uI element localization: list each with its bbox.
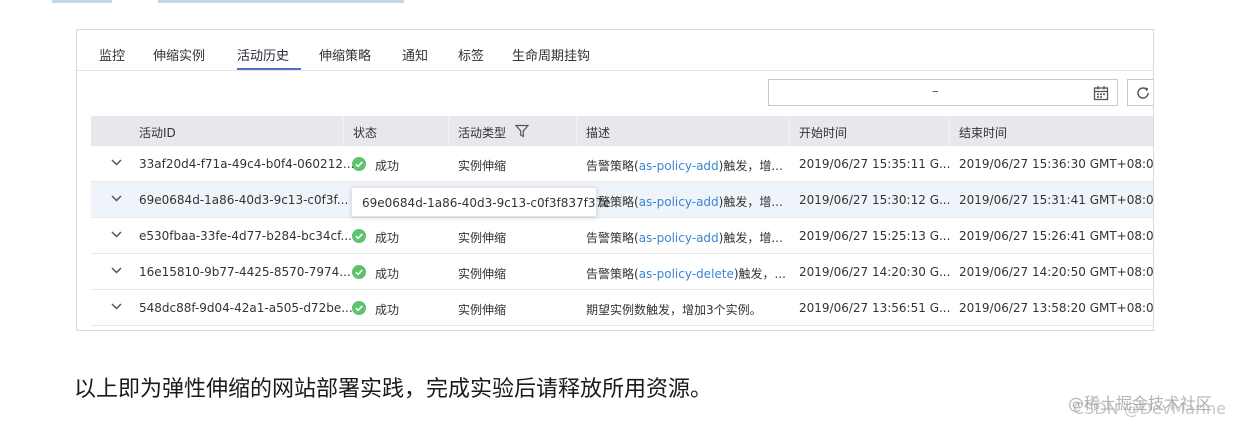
column-divider xyxy=(448,116,449,146)
top-decor-bar-left xyxy=(52,0,112,3)
calendar-icon[interactable] xyxy=(1093,85,1109,101)
tab-lifecycle-hooks[interactable]: 生命周期挂钩 xyxy=(512,45,590,64)
success-check-icon xyxy=(352,265,366,279)
description: 告警策略(as-policy-delete)触发，... xyxy=(586,265,786,282)
end-time: 2019/06/27 13:58:20 GMT+08:00 xyxy=(959,301,1154,315)
chevron-down-icon[interactable] xyxy=(111,195,122,202)
top-decor-bar-right xyxy=(158,0,404,3)
end-time: 2019/06/27 15:26:41 GMT+08:00 xyxy=(959,229,1154,243)
description-text: 告警策略( xyxy=(586,159,639,173)
activity-id: 548dc88f-9d04-42a1-a505-d72be... xyxy=(139,301,353,315)
col-activity-id: 活动ID xyxy=(139,126,176,140)
end-time: 2019/06/27 15:36:30 GMT+08:00 xyxy=(959,157,1154,171)
tab-scaling-policies[interactable]: 伸缩策略 xyxy=(319,45,371,64)
table-row[interactable]: e530fbaa-33fe-4d77-b284-bc34cf... 成功 实例伸… xyxy=(91,218,1153,254)
end-time: 2019/06/27 14:20:50 GMT+08:00 xyxy=(959,265,1154,279)
description: 告警策略(as-policy-add)触发，增... xyxy=(586,157,783,174)
table-header: 活动ID 状态 活动类型 描述 开始时间 结束时间 xyxy=(91,116,1153,146)
refresh-icon xyxy=(1137,87,1149,99)
active-tab-indicator xyxy=(237,68,301,70)
description: 期望实例数触发，增加3个实例。 xyxy=(586,301,762,318)
table-row[interactable]: 16e15810-9b77-4425-8570-7974... 成功 实例伸缩 … xyxy=(91,254,1153,290)
status-label: 成功 xyxy=(375,267,400,281)
date-range-separator: – xyxy=(932,84,939,99)
status-label: 成功 xyxy=(375,159,400,173)
description-text: 期望实例数触发，增加3个实例。 xyxy=(586,303,762,317)
start-time: 2019/06/27 15:35:11 G... xyxy=(799,157,951,171)
table-row[interactable]: 548dc88f-9d04-42a1-a505-d72be... 成功 实例伸缩… xyxy=(91,290,1153,326)
watermark-line-2: CSDN @DevMarine xyxy=(1073,399,1226,418)
activity-type: 实例伸缩 xyxy=(458,267,507,281)
filter-icon[interactable] xyxy=(515,124,529,138)
activity-id: 16e15810-9b77-4425-8570-7974... xyxy=(139,265,351,279)
start-time: 2019/06/27 15:30:12 G... xyxy=(799,193,951,207)
description-text: )触发，... xyxy=(733,267,787,281)
tab-tags[interactable]: 标签 xyxy=(458,45,484,64)
activity-id-tooltip: 69e0684d-1a86-40d3-9c13-c0f3f837f37e xyxy=(351,187,611,217)
success-check-icon xyxy=(352,229,366,243)
col-description: 描述 xyxy=(586,126,611,140)
description-text: )触发，增... xyxy=(718,231,783,245)
chevron-down-icon[interactable] xyxy=(111,231,122,238)
date-range-picker[interactable]: – xyxy=(768,79,1118,106)
activity-type: 实例伸缩 xyxy=(458,231,507,245)
start-time: 2019/06/27 15:25:13 G... xyxy=(799,229,951,243)
tab-monitor[interactable]: 监控 xyxy=(99,45,125,64)
tab-bar: 监控 伸缩实例 活动历史 伸缩策略 通知 标签 生命周期挂钩 xyxy=(77,30,1153,71)
activity-type: 实例伸缩 xyxy=(458,159,507,173)
column-divider xyxy=(949,116,950,146)
col-status: 状态 xyxy=(353,126,378,140)
column-divider xyxy=(789,116,790,146)
activity-id: 33af20d4-f71a-49c4-b0f4-060212... xyxy=(139,157,355,171)
description-text: 告警策略( xyxy=(586,267,639,281)
success-check-icon xyxy=(352,301,366,315)
column-divider xyxy=(576,116,577,146)
chevron-down-icon[interactable] xyxy=(111,303,122,310)
policy-link[interactable]: as-policy-add xyxy=(639,159,719,173)
description: 告警策略(as-policy-add)触发，增... xyxy=(586,229,783,246)
tab-scaling-instances[interactable]: 伸缩实例 xyxy=(153,45,205,64)
status-label: 成功 xyxy=(375,303,400,317)
policy-link[interactable]: as-policy-delete xyxy=(639,267,734,281)
activity-history-panel: 监控 伸缩实例 活动历史 伸缩策略 通知 标签 生命周期挂钩 – 活动ID 状态… xyxy=(76,29,1154,331)
description-text: )触发，增... xyxy=(718,159,783,173)
activity-id: 69e0684d-1a86-40d3-9c13-c0f3f... xyxy=(139,193,349,207)
description: 告警策略(as-policy-add)触发，增... xyxy=(586,193,783,210)
activity-id: e530fbaa-33fe-4d77-b284-bc34cf... xyxy=(139,229,352,243)
tab-notifications[interactable]: 通知 xyxy=(402,45,428,64)
column-divider xyxy=(343,116,344,146)
description-text: )触发，增... xyxy=(718,195,783,209)
chevron-down-icon[interactable] xyxy=(111,159,122,166)
table-row[interactable]: 33af20d4-f71a-49c4-b0f4-060212... 成功 实例伸… xyxy=(91,146,1153,182)
start-time: 2019/06/27 13:56:51 G... xyxy=(799,301,951,315)
end-time: 2019/06/27 15:31:41 GMT+08:00 xyxy=(959,193,1154,207)
start-time: 2019/06/27 14:20:30 G... xyxy=(799,265,951,279)
chevron-down-icon[interactable] xyxy=(111,267,122,274)
col-activity-type: 活动类型 xyxy=(458,126,507,140)
col-start-time: 开始时间 xyxy=(799,126,848,140)
policy-link[interactable]: as-policy-add xyxy=(639,195,719,209)
status-label: 成功 xyxy=(375,231,400,245)
description-text: 告警策略( xyxy=(586,231,639,245)
table-row[interactable]: 69e0684d-1a86-40d3-9c13-c0f3f... 成功 实例伸缩… xyxy=(91,182,1153,218)
success-check-icon xyxy=(352,157,366,171)
refresh-button[interactable] xyxy=(1127,79,1153,106)
policy-link[interactable]: as-policy-add xyxy=(639,231,719,245)
tab-activity-history[interactable]: 活动历史 xyxy=(237,45,289,64)
page-caption: 以上即为弹性伸缩的网站部署实践，完成实验后请释放所用资源。 xyxy=(74,377,713,402)
col-end-time: 结束时间 xyxy=(959,126,1008,140)
activity-type: 实例伸缩 xyxy=(458,303,507,317)
